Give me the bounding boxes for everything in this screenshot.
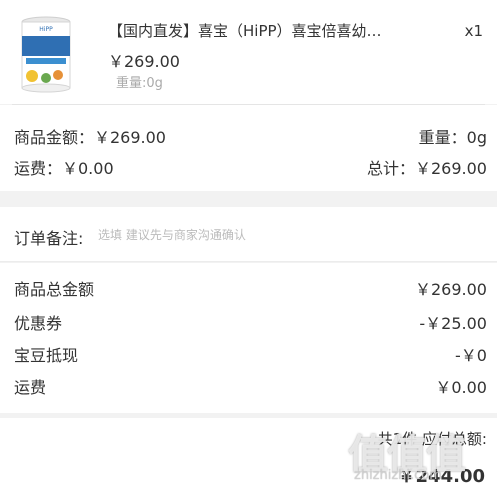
cost-row-coupon[interactable]: 优惠券 -￥25.00 (14, 309, 487, 335)
goods-amount: 商品金额：￥269.00 (14, 128, 166, 147)
product-title[interactable]: 【国内直发】喜宝（HiPP）喜宝倍喜幼… (108, 20, 382, 41)
cost-label: 优惠券 (14, 314, 63, 333)
summary-row: 商品金额：￥269.00 重量：0g (14, 123, 487, 149)
cost-row-beans[interactable]: 宝豆抵现 -￥0 (14, 341, 487, 367)
cost-label: 宝豆抵现 (14, 346, 79, 365)
cost-value: -￥25.00 (419, 314, 487, 333)
order-remark: 订单备注: (0, 207, 497, 262)
cost-value: ￥0.00 (435, 378, 487, 397)
product-quantity: x1 (464, 22, 483, 40)
cost-label: 商品总金额 (14, 280, 95, 299)
remark-label: 订单备注: (14, 229, 84, 248)
remark-input[interactable] (98, 228, 478, 242)
order-summary: 商品金额：￥269.00 重量：0g 运费：￥0.00 总计：￥269.00 (0, 105, 497, 191)
summary-total: 总计：￥269.00 (367, 159, 487, 178)
summary-shipping: 运费：￥0.00 (14, 159, 114, 178)
cost-label: 运费 (14, 378, 47, 397)
milk-powder-can-icon: HiPP (21, 16, 71, 93)
product-price: ￥269.00 (108, 52, 180, 71)
cost-row-shipping: 运费 ￥0.00 (14, 373, 487, 399)
item-count: 共1件 应付总额: (377, 430, 487, 448)
product-weight: 重量:0g (116, 76, 163, 91)
product-card[interactable]: HiPP 【国内直发】喜宝（HiPP）喜宝倍喜幼… x1 ￥269.00 重量:… (0, 0, 497, 104)
summary-weight: 重量：0g (418, 128, 487, 147)
summary-row: 运费：￥0.00 总计：￥269.00 (14, 154, 487, 180)
payable-total: ￥244.00 (397, 466, 485, 487)
cost-row-goods-total: 商品总金额 ￥269.00 (14, 275, 487, 301)
cost-value: ￥269.00 (415, 280, 487, 299)
cost-breakdown: 商品总金额 ￥269.00 优惠券 -￥25.00 宝豆抵现 -￥0 运费 ￥0… (0, 263, 497, 413)
checkout-footer: 共1件 应付总额: ￥244.00 (0, 418, 497, 497)
cost-value: -￥0 (455, 346, 487, 365)
svg-text:HiPP: HiPP (39, 26, 53, 33)
